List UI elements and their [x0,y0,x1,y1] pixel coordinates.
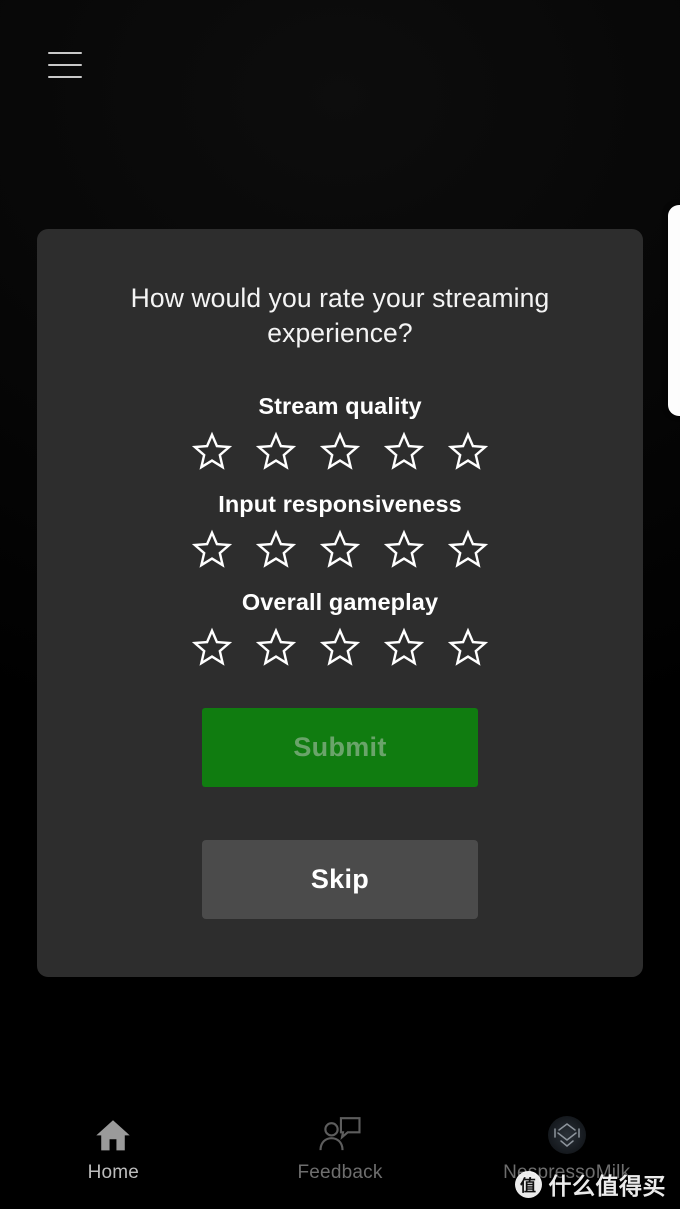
rating-group-label: Overall gameplay [241,589,439,616]
rating-group-stream-quality: Stream quality [77,393,603,471]
star-rating-input-responsiveness[interactable] [192,529,488,569]
nav-item-feedback[interactable]: Feedback [227,1100,454,1184]
star-outline-icon[interactable] [448,529,488,569]
hamburger-bar [48,64,82,66]
star-rating-overall-gameplay[interactable] [192,627,488,667]
star-outline-icon[interactable] [256,627,296,667]
submit-button[interactable]: Submit [202,708,478,788]
star-outline-icon[interactable] [384,627,424,667]
rating-group-label: Input responsiveness [218,491,462,518]
star-outline-icon[interactable] [448,627,488,667]
star-outline-icon[interactable] [384,431,424,471]
home-icon [93,1114,133,1156]
hamburger-menu-icon[interactable] [48,52,82,78]
nav-item-label: Home [87,1162,140,1183]
star-outline-icon[interactable] [320,627,360,667]
watermark-badge: 值 [514,1170,542,1198]
user-avatar-icon [547,1114,586,1156]
skip-button[interactable]: Skip [202,840,478,920]
nav-item-label: Feedback [297,1162,383,1183]
rating-group-input-responsiveness: Input responsiveness [77,491,603,569]
avatar [547,1116,586,1154]
watermark-text: 什么值得买 [548,1174,666,1200]
rating-group-label: Stream quality [258,393,422,420]
hamburger-bar [48,76,82,78]
star-outline-icon[interactable] [192,529,232,569]
star-outline-icon[interactable] [320,431,360,471]
rating-group-overall-gameplay: Overall gameplay [77,589,603,667]
rating-card: How would you rate your streaming experi… [37,229,643,977]
page-title: How would you rate your streaming experi… [130,283,550,349]
partial-white-panel[interactable] [668,205,680,416]
star-outline-icon[interactable] [256,431,296,471]
nav-item-home[interactable]: Home [0,1100,227,1184]
star-outline-icon[interactable] [320,529,360,569]
star-outline-icon[interactable] [192,627,232,667]
star-outline-icon[interactable] [448,431,488,471]
star-outline-icon[interactable] [384,529,424,569]
watermark: 值 什么值得买 [514,1167,667,1201]
hamburger-bar [48,52,82,54]
star-outline-icon[interactable] [192,431,232,471]
star-rating-stream-quality[interactable] [192,431,488,471]
star-outline-icon[interactable] [256,529,296,569]
feedback-person-speech-bubble-icon [318,1114,362,1156]
